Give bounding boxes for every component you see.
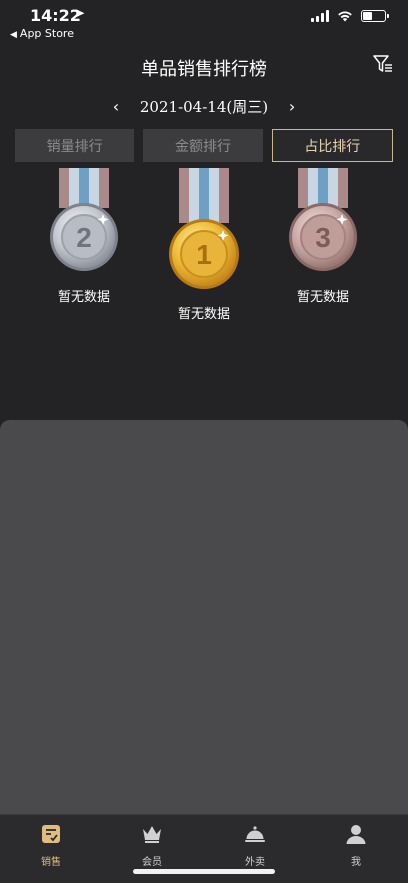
back-to-app-store[interactable]: ◀ App Store	[10, 27, 74, 40]
ranking-tabs: 销量排行 金额排行 占比排行	[15, 129, 393, 162]
location-arrow-icon: ➤	[75, 6, 86, 20]
cloche-icon	[245, 826, 265, 842]
silver-medal-icon: 2	[50, 203, 118, 271]
tabbar-label: 销售	[41, 857, 61, 868]
medal-empty-label: 暂无数据	[57, 290, 110, 305]
current-date[interactable]: 2021-04-14(周三)	[140, 96, 268, 117]
tabbar-label: 外卖	[245, 857, 265, 868]
tabbar-label: 会员	[142, 857, 162, 868]
tabbar-item-sales[interactable]: 销售	[11, 823, 91, 868]
tabbar-item-me[interactable]: 我	[316, 823, 396, 868]
date-selector: ‹ 2021-04-14(周三) ›	[0, 96, 408, 117]
filter-icon	[373, 55, 392, 72]
medal-rank-1: 1 暂无数据	[164, 168, 244, 328]
battery-icon	[361, 10, 389, 22]
tab-proportion[interactable]: 占比排行	[271, 129, 393, 162]
back-app-label: App Store	[19, 27, 74, 40]
bronze-medal-icon: 3	[289, 203, 357, 271]
sales-icon	[42, 825, 60, 843]
user-icon	[346, 825, 366, 844]
gold-medal-icon: 1	[169, 219, 239, 289]
ribbon	[179, 168, 229, 223]
ranking-list-panel[interactable]	[0, 420, 408, 818]
tabbar-item-delivery[interactable]: 外卖	[215, 823, 295, 868]
back-triangle-icon: ◀	[10, 30, 17, 40]
medal-empty-label: 暂无数据	[296, 290, 349, 305]
tab-sales-amount[interactable]: 金额排行	[143, 129, 263, 162]
cellular-signal-icon	[311, 10, 329, 22]
prev-date-button[interactable]: ‹	[106, 97, 126, 116]
page-title: 单品销售排行榜	[141, 59, 267, 80]
status-indicators	[311, 10, 389, 22]
status-time: 14:22	[30, 6, 81, 25]
filter-button[interactable]	[372, 53, 394, 75]
medal-rank-number: 2	[76, 222, 92, 253]
crown-icon	[143, 826, 161, 843]
tabbar-item-members[interactable]: 会员	[112, 823, 192, 868]
medal-rank-2: 2 暂无数据	[44, 168, 124, 308]
medal-rank-number: 3	[315, 222, 331, 253]
tab-sales-volume[interactable]: 销量排行	[15, 129, 135, 162]
wifi-icon	[338, 11, 352, 22]
tabbar-label: 我	[351, 857, 361, 868]
medal-empty-label: 暂无数据	[177, 307, 230, 322]
medal-rank-number: 1	[196, 239, 212, 270]
status-bar: 14:22 ➤ ◀ App Store	[0, 0, 408, 44]
home-indicator[interactable]	[133, 869, 275, 874]
next-date-button[interactable]: ›	[282, 97, 302, 116]
medal-rank-3: 3 暂无数据	[283, 168, 363, 308]
